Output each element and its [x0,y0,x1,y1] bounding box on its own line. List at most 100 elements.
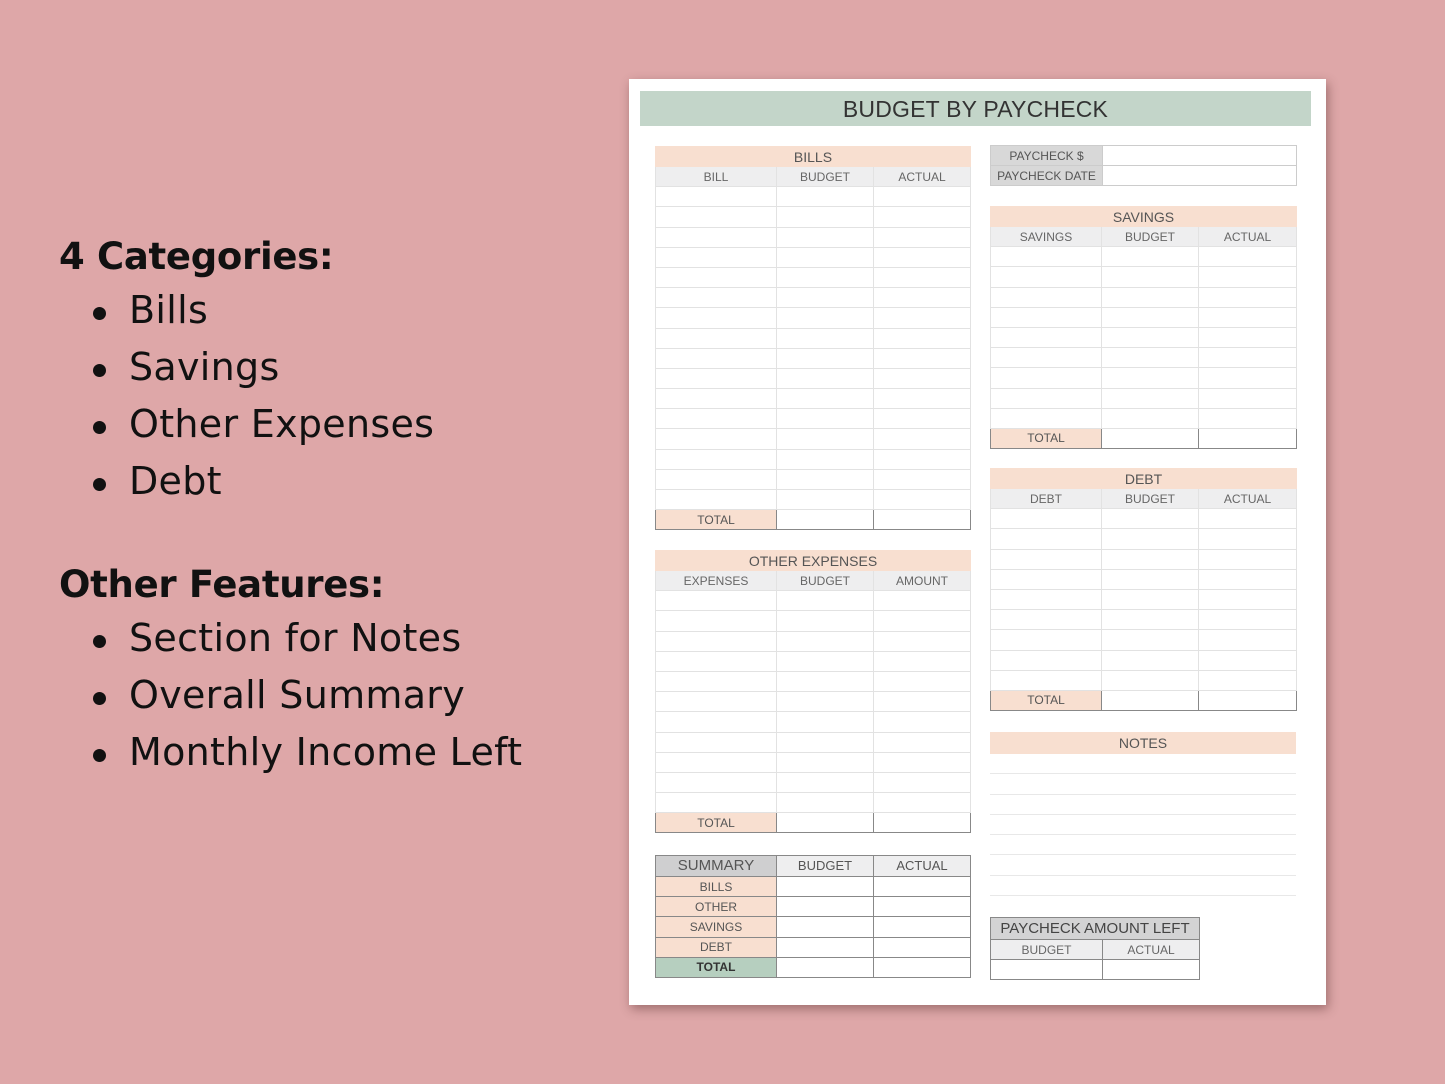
summary-budget-cell[interactable] [776,936,874,958]
entry-cell[interactable] [655,630,777,652]
entry-cell[interactable] [776,266,874,289]
entry-cell[interactable] [655,650,777,672]
summary-budget-cell[interactable] [776,896,874,918]
entry-cell[interactable] [873,751,971,773]
entry-cell[interactable] [1101,326,1199,349]
entry-cell[interactable] [873,650,971,672]
entry-cell[interactable] [655,792,777,814]
entry-cell[interactable] [1101,306,1199,328]
entry-cell[interactable] [873,266,971,289]
entry-cell[interactable] [776,468,874,491]
entry-cell[interactable] [1101,347,1199,369]
entry-cell[interactable] [1101,508,1199,530]
entry-cell[interactable] [990,588,1102,611]
entry-cell[interactable] [776,186,874,208]
entry-cell[interactable] [1198,669,1297,691]
entry-cell[interactable] [873,448,971,470]
entry-cell[interactable] [873,731,971,753]
entry-cell[interactable] [1198,407,1297,429]
summary-actual-cell[interactable] [873,875,971,898]
entry-cell[interactable] [776,650,874,672]
entry-cell[interactable] [873,428,971,450]
entry-cell[interactable] [655,771,777,794]
summary-actual-cell[interactable] [873,916,971,938]
entry-cell[interactable] [1198,286,1297,308]
entry-cell[interactable] [655,186,777,208]
entry-cell[interactable] [1198,508,1297,530]
entry-cell[interactable] [873,347,971,369]
notes-line[interactable] [990,876,1296,897]
entry-cell[interactable] [873,711,971,733]
entry-cell[interactable] [873,590,971,612]
entry-cell[interactable] [776,792,874,814]
entry-cell[interactable] [776,246,874,268]
entry-cell[interactable] [776,226,874,248]
entry-cell[interactable] [1198,347,1297,369]
entry-cell[interactable] [776,448,874,470]
entry-cell[interactable] [776,590,874,612]
entry-cell[interactable] [990,266,1102,288]
entry-cell[interactable] [873,691,971,713]
entry-cell[interactable] [1101,588,1199,611]
entry-cell[interactable] [873,771,971,794]
entry-cell[interactable] [776,206,874,228]
notes-line[interactable] [990,774,1296,795]
entry-cell[interactable] [1198,528,1297,550]
entry-cell[interactable] [655,448,777,470]
notes-line[interactable] [990,754,1296,775]
total-budget-cell[interactable] [1101,689,1199,712]
summary-total-budget-cell[interactable] [776,956,874,978]
total-actual-cell[interactable] [1198,427,1297,450]
entry-cell[interactable] [776,287,874,309]
entry-cell[interactable] [655,266,777,289]
entry-cell[interactable] [776,731,874,753]
entry-cell[interactable] [1198,588,1297,611]
entry-cell[interactable] [1101,568,1199,590]
entry-cell[interactable] [1101,286,1199,308]
entry-cell[interactable] [873,226,971,248]
entry-cell[interactable] [1198,306,1297,328]
entry-cell[interactable] [776,691,874,713]
entry-cell[interactable] [655,711,777,733]
entry-cell[interactable] [990,347,1102,369]
entry-cell[interactable] [776,327,874,349]
entry-cell[interactable] [990,629,1102,651]
entry-cell[interactable] [1101,548,1199,570]
total-budget-cell[interactable] [776,509,874,531]
entry-cell[interactable] [655,590,777,612]
entry-cell[interactable] [655,428,777,450]
entry-cell[interactable] [990,387,1102,409]
entry-cell[interactable] [776,388,874,410]
entry-cell[interactable] [776,307,874,329]
entry-cell[interactable] [1101,387,1199,409]
total-amount-cell[interactable] [873,812,971,834]
entry-cell[interactable] [655,347,777,369]
entry-cell[interactable] [873,408,971,430]
total-budget-cell[interactable] [1101,427,1199,450]
entry-cell[interactable] [990,326,1102,349]
paycheck-left-actual-cell[interactable] [1101,959,1201,981]
total-actual-cell[interactable] [873,509,971,531]
entry-cell[interactable] [655,610,777,632]
entry-cell[interactable] [873,388,971,410]
entry-cell[interactable] [1198,548,1297,570]
entry-cell[interactable] [873,206,971,228]
summary-budget-cell[interactable] [776,916,874,938]
entry-cell[interactable] [873,488,971,511]
entry-cell[interactable] [776,771,874,794]
entry-cell[interactable] [776,751,874,773]
total-actual-cell[interactable] [1198,689,1297,712]
entry-cell[interactable] [990,286,1102,308]
entry-cell[interactable] [990,548,1102,570]
entry-cell[interactable] [655,287,777,309]
entry-cell[interactable] [1198,568,1297,590]
entry-cell[interactable] [655,246,777,268]
entry-cell[interactable] [1101,609,1199,631]
entry-cell[interactable] [990,568,1102,590]
entry-cell[interactable] [990,246,1102,268]
entry-cell[interactable] [776,711,874,733]
entry-cell[interactable] [873,246,971,268]
entry-cell[interactable] [873,468,971,491]
entry-cell[interactable] [1198,387,1297,409]
entry-cell[interactable] [873,367,971,390]
